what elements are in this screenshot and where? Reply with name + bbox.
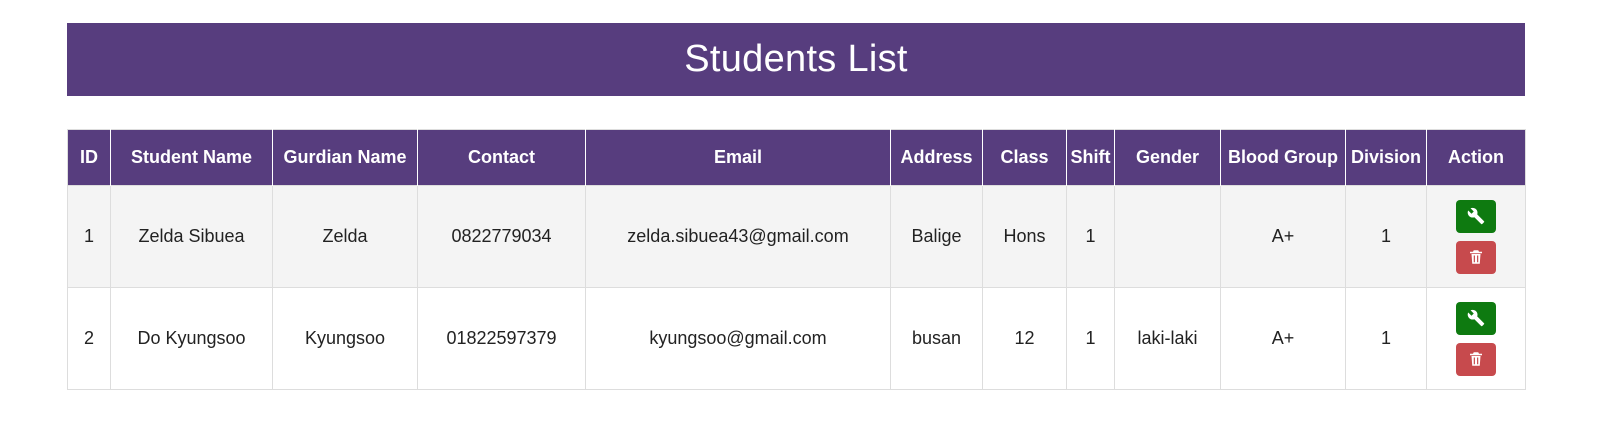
- column-header-class: Class: [982, 129, 1067, 186]
- cell-blood-group: A+: [1220, 185, 1346, 288]
- edit-button[interactable]: [1456, 199, 1496, 233]
- column-header-contact: Contact: [417, 129, 586, 186]
- action-group: [1427, 301, 1525, 376]
- delete-button[interactable]: [1456, 240, 1496, 274]
- cell-guardian-name: Zelda: [272, 185, 418, 288]
- cell-gender: [1114, 185, 1221, 288]
- cell-division: 1: [1345, 185, 1427, 288]
- title-banner: Students List: [67, 23, 1525, 96]
- cell-id: 1: [67, 185, 111, 288]
- cell-division: 1: [1345, 287, 1427, 390]
- cell-contact: 0822779034: [417, 185, 586, 288]
- column-header-gender: Gender: [1114, 129, 1221, 186]
- table-header-row: ID Student Name Gurdian Name Contact Ema…: [67, 129, 1526, 186]
- delete-button[interactable]: [1456, 342, 1496, 376]
- action-group: [1427, 199, 1525, 274]
- table-row: 2 Do Kyungsoo Kyungsoo 01822597379 kyung…: [67, 287, 1526, 390]
- trash-icon: [1470, 250, 1482, 264]
- wrench-icon: [1467, 309, 1485, 327]
- cell-shift: 1: [1066, 185, 1115, 288]
- cell-shift: 1: [1066, 287, 1115, 390]
- column-header-address: Address: [890, 129, 983, 186]
- cell-student-name: Do Kyungsoo: [110, 287, 273, 390]
- cell-guardian-name: Kyungsoo: [272, 287, 418, 390]
- cell-action: [1426, 185, 1526, 288]
- page-title: Students List: [684, 38, 908, 80]
- column-header-blood-group: Blood Group: [1220, 129, 1346, 186]
- cell-address: Balige: [890, 185, 983, 288]
- column-header-guardian-name: Gurdian Name: [272, 129, 418, 186]
- cell-email: kyungsoo@gmail.com: [585, 287, 891, 390]
- cell-gender: laki-laki: [1114, 287, 1221, 390]
- table-row: 1 Zelda Sibuea Zelda 0822779034 zelda.si…: [67, 185, 1526, 288]
- cell-blood-group: A+: [1220, 287, 1346, 390]
- cell-class: 12: [982, 287, 1067, 390]
- cell-class: Hons: [982, 185, 1067, 288]
- cell-id: 2: [67, 287, 111, 390]
- students-table: ID Student Name Gurdian Name Contact Ema…: [67, 129, 1526, 390]
- wrench-icon: [1467, 207, 1485, 225]
- column-header-student-name: Student Name: [110, 129, 273, 186]
- cell-email: zelda.sibuea43@gmail.com: [585, 185, 891, 288]
- cell-address: busan: [890, 287, 983, 390]
- column-header-shift: Shift: [1066, 129, 1115, 186]
- cell-student-name: Zelda Sibuea: [110, 185, 273, 288]
- column-header-id: ID: [67, 129, 111, 186]
- column-header-action: Action: [1426, 129, 1526, 186]
- column-header-division: Division: [1345, 129, 1427, 186]
- cell-action: [1426, 287, 1526, 390]
- cell-contact: 01822597379: [417, 287, 586, 390]
- column-header-email: Email: [585, 129, 891, 186]
- trash-icon: [1470, 352, 1482, 366]
- edit-button[interactable]: [1456, 301, 1496, 335]
- page-container: Students List ID Student Name Gurdian Na…: [67, 23, 1526, 390]
